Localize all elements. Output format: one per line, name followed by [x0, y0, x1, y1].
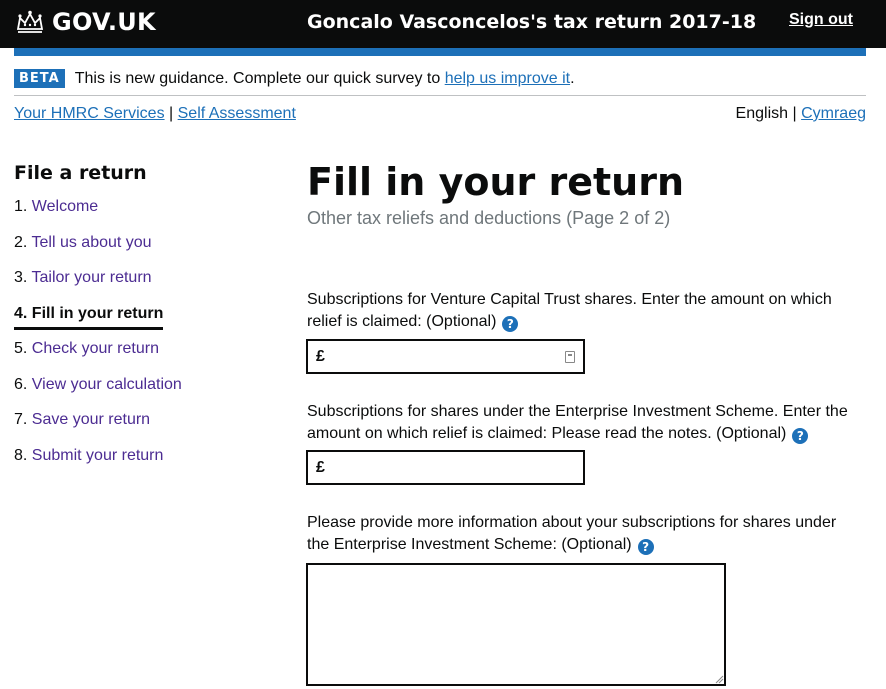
autofill-icon[interactable]: [565, 350, 575, 363]
vct-subscriptions-input-wrap: £: [306, 339, 585, 374]
page-caption: Other tax reliefs and deductions (Page 2…: [307, 208, 671, 228]
pound-prefix: £: [316, 347, 325, 365]
vct-subscriptions-input[interactable]: [324, 341, 565, 372]
label-line-with-help: the Enterprise Investment Scheme: (Optio…: [307, 534, 836, 556]
label-line: Subscriptions for Venture Capital Trust …: [307, 291, 832, 308]
eis-more-info-label: Please provide more information about yo…: [307, 512, 836, 556]
label-line: the Enterprise Investment Scheme: (Optio…: [307, 536, 632, 553]
label-line-with-help: amount on which relief is claimed: Pleas…: [307, 423, 848, 445]
step-number: 7.: [14, 411, 28, 428]
current-step-wrap: 4. Fill in your return: [14, 303, 164, 330]
step-number: 2.: [14, 233, 28, 251]
step-number: 8.: [14, 446, 28, 464]
main-content: Fill in your return Other tax reliefs an…: [307, 158, 867, 229]
sign-out-link[interactable]: Sign out: [789, 11, 853, 29]
sidebar: File a return 1. Welcome 2. Tell us abou…: [14, 162, 274, 480]
breadcrumb-separator: |: [169, 105, 174, 122]
step-link-view-your-calculation[interactable]: View your calculation: [32, 376, 182, 393]
step-tailor-your-return: 3. Tailor your return: [14, 267, 274, 303]
logo-text: GOV.UK: [52, 8, 156, 36]
step-link-tell-us-about-you[interactable]: Tell us about you: [32, 234, 152, 251]
beta-tag: BETA: [14, 69, 65, 88]
label-line: Please provide more information about yo…: [307, 514, 837, 531]
step-link-welcome[interactable]: Welcome: [32, 198, 98, 215]
step-number: 1.: [14, 198, 28, 215]
language-separator: |: [792, 105, 797, 122]
pound-prefix: £: [316, 458, 325, 476]
phase-banner-suffix: .: [570, 69, 575, 87]
step-number: 4.: [14, 304, 28, 322]
step-list: 1. Welcome 2. Tell us about you 3. Tailo…: [14, 196, 274, 480]
step-submit-your-return: 8. Submit your return: [14, 445, 274, 481]
step-view-your-calculation: 6. View your calculation: [14, 374, 274, 410]
crown-icon: [16, 10, 44, 33]
step-fill-in-your-return: 4. Fill in your return: [14, 303, 274, 339]
step-save-your-return: 7. Save your return: [14, 409, 274, 445]
eis-subscriptions-input-wrap: £: [306, 450, 585, 485]
breadcrumb-hmrc-services[interactable]: Your HMRC Services: [14, 105, 165, 122]
phase-banner-text: This is new guidance. Complete our quick…: [74, 69, 441, 87]
language-current: English: [735, 105, 789, 122]
feedback-link[interactable]: help us improve it: [445, 70, 570, 88]
page-title: Fill in your return: [307, 160, 684, 204]
step-link-fill-in-your-return[interactable]: Fill in your return: [32, 305, 164, 322]
eis-subscriptions-label: Subscriptions for shares under the Enter…: [307, 401, 848, 445]
label-line: Subscriptions for shares under the Enter…: [307, 403, 848, 420]
step-number: 6.: [14, 375, 28, 393]
help-icon[interactable]: ?: [637, 539, 654, 555]
sidebar-title: File a return: [14, 162, 147, 184]
step-number: 5.: [14, 340, 28, 357]
header: GOV.UK Goncalo Vasconcelos's tax return …: [0, 0, 886, 48]
help-icon[interactable]: ?: [502, 316, 519, 332]
label-line-with-help: relief is claimed: (Optional)?: [307, 311, 832, 333]
breadcrumb-self-assessment[interactable]: Self Assessment: [178, 105, 296, 122]
label-line: amount on which relief is claimed: Pleas…: [307, 425, 787, 442]
eis-more-info-textarea[interactable]: [306, 563, 726, 686]
step-link-tailor-your-return[interactable]: Tailor your return: [32, 269, 152, 286]
language-cymraeg-link[interactable]: Cymraeg: [801, 105, 866, 122]
label-line: relief is claimed: (Optional): [307, 313, 497, 330]
service-title: Goncalo Vasconcelos's tax return 2017-18: [307, 11, 757, 33]
eis-subscriptions-input[interactable]: [324, 452, 583, 483]
resize-grip-icon[interactable]: [714, 674, 724, 684]
help-icon[interactable]: ?: [792, 428, 809, 444]
header-accent-bar: [14, 48, 866, 56]
step-link-check-your-return[interactable]: Check your return: [32, 340, 159, 357]
vct-subscriptions-label: Subscriptions for Venture Capital Trust …: [307, 289, 832, 333]
step-tell-us-about-you: 2. Tell us about you: [14, 232, 274, 268]
step-link-submit-your-return[interactable]: Submit your return: [32, 447, 164, 464]
step-link-save-your-return[interactable]: Save your return: [32, 411, 150, 428]
phase-banner: BETA This is new guidance. Complete our …: [14, 62, 866, 96]
step-check-your-return: 5. Check your return: [14, 338, 274, 374]
govuk-logo[interactable]: GOV.UK: [14, 8, 156, 36]
step-number: 3.: [14, 269, 28, 286]
language-switcher: English | Cymraeg: [736, 105, 866, 123]
breadcrumb: Your HMRC Services | Self Assessment: [14, 105, 296, 123]
step-welcome: 1. Welcome: [14, 196, 274, 232]
